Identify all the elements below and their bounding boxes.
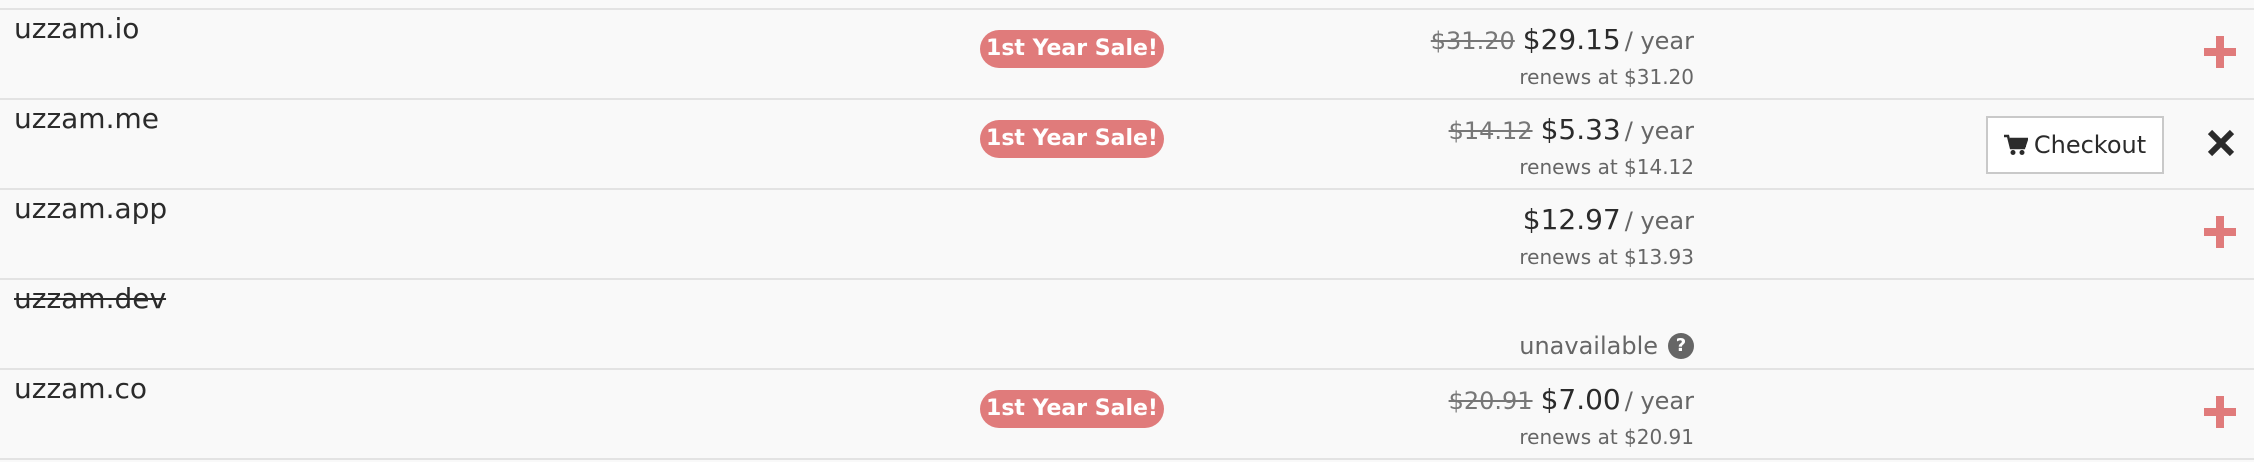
sale-price: $29.15	[1522, 23, 1621, 56]
original-price: $31.20	[1430, 27, 1515, 55]
sale-price: $7.00	[1540, 383, 1621, 416]
domain-name: uzzam.me	[14, 102, 159, 135]
domain-name: uzzam.app	[14, 192, 168, 225]
original-price: $14.12	[1448, 117, 1533, 145]
price-line: $31.20 $29.15/ year	[1431, 20, 1694, 64]
plus-icon[interactable]	[2204, 36, 2236, 68]
price-line: $14.12 $5.33/ year	[1449, 110, 1694, 154]
domain-results-list: uzzam.io 1st Year Sale! $31.20 $29.15/ ye…	[0, 0, 2254, 462]
checkout-button[interactable]: Checkout	[1986, 116, 2164, 174]
availability-status: unavailable ?	[1519, 330, 1694, 362]
plus-icon[interactable]	[2204, 396, 2236, 428]
sale-badge: 1st Year Sale!	[980, 30, 1164, 68]
domain-row-uzzam-dev: uzzam.dev unavailable ?	[0, 278, 2254, 366]
price-period: / year	[1624, 117, 1694, 145]
price: $12.97	[1522, 203, 1621, 236]
domain-row-uzzam-io: uzzam.io 1st Year Sale! $31.20 $29.15/ ye…	[0, 8, 2254, 96]
price-period: / year	[1624, 27, 1694, 55]
domain-row-uzzam-co: uzzam.co 1st Year Sale! $20.91 $7.00/ yea…	[0, 368, 2254, 460]
cart-icon	[2003, 134, 2028, 156]
renewal-price: renews at $31.20	[1519, 65, 1694, 89]
price-line: $20.91 $7.00/ year	[1449, 380, 1694, 424]
renewal-price: renews at $13.93	[1519, 245, 1694, 269]
sale-badge: 1st Year Sale!	[980, 390, 1164, 428]
sale-price: $5.33	[1540, 113, 1621, 146]
renewal-price: renews at $14.12	[1519, 155, 1694, 179]
domain-row-uzzam-app: uzzam.app $12.97/ year renews at $13.93	[0, 188, 2254, 276]
domain-row-uzzam-me: uzzam.me 1st Year Sale! $14.12 $5.33/ yea…	[0, 98, 2254, 186]
domain-name: uzzam.dev	[14, 282, 167, 315]
sale-badge: 1st Year Sale!	[980, 120, 1164, 158]
domain-name: uzzam.co	[14, 372, 147, 405]
question-circle-icon[interactable]: ?	[1668, 333, 1694, 359]
unavailable-label: unavailable	[1519, 332, 1658, 360]
checkout-label: Checkout	[2033, 131, 2147, 159]
close-icon[interactable]	[2206, 128, 2236, 158]
plus-icon[interactable]	[2204, 216, 2236, 248]
price-period: / year	[1624, 387, 1694, 415]
original-price: $20.91	[1448, 387, 1533, 415]
domain-name: uzzam.io	[14, 12, 140, 45]
renewal-price: renews at $20.91	[1519, 425, 1694, 449]
price-line: $12.97/ year	[1523, 200, 1694, 244]
price-period: / year	[1624, 207, 1694, 235]
